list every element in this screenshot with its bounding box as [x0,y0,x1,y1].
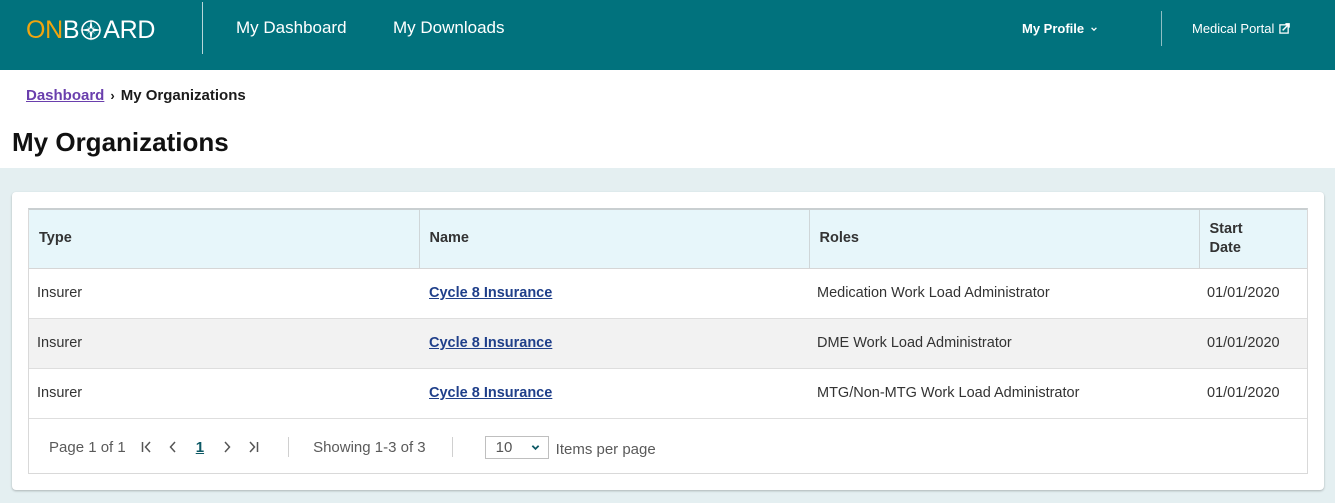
cell-name: Cycle 8 Insurance [419,368,809,419]
medical-portal-link[interactable]: Medical Portal [1192,21,1291,36]
items-per-page-select[interactable]: 10 [484,435,549,459]
table-row: Insurer Cycle 8 Insurance DME Work Load … [29,318,1307,369]
table-header-row: Type Name Roles Start Date [29,210,1307,269]
previous-page-button[interactable] [160,440,186,454]
cell-name: Cycle 8 Insurance [419,268,809,319]
showing-count: Showing 1-3 of 3 [313,438,426,456]
first-page-button[interactable] [134,440,160,454]
next-page-button[interactable] [214,440,240,454]
breadcrumb: Dashboard › My Organizations [26,87,246,104]
organizations-table: Type Name Roles Start Date Insurer Cycle… [29,210,1307,419]
cell-start-date: 01/01/2020 [1199,318,1307,369]
breadcrumb-dashboard-link[interactable]: Dashboard [26,87,104,104]
cell-type: Insurer [29,268,419,319]
pagination-bar: Page 1 of 1 1 Showing 1-3 of 3 10 Items … [29,420,1307,474]
onboard-logo[interactable]: ON B ARD [26,16,155,44]
compass-star-icon [80,19,103,41]
nav-my-downloads[interactable]: My Downloads [393,18,505,38]
column-header-type[interactable]: Type [29,210,420,269]
my-profile-menu[interactable]: My Profile [1022,21,1098,36]
chevron-down-icon [531,444,539,450]
cell-roles: MTG/Non-MTG Work Load Administrator [809,368,1199,419]
page-number-1[interactable]: 1 [196,439,204,456]
organization-link[interactable]: Cycle 8 Insurance [429,385,552,401]
chevron-left-icon [169,441,176,453]
external-link-icon [1279,23,1291,34]
my-profile-label: My Profile [1022,21,1085,36]
cell-roles: DME Work Load Administrator [809,318,1199,369]
breadcrumb-separator: › [110,88,115,103]
nav-my-dashboard[interactable]: My Dashboard [236,18,347,38]
pager-divider [288,437,290,457]
items-per-page-value: 10 [495,438,513,456]
cell-roles: Medication Work Load Administrator [809,268,1199,319]
organizations-table-container: Type Name Roles Start Date Insurer Cycle… [28,208,1308,474]
first-page-icon [141,441,151,453]
cell-type: Insurer [29,368,419,419]
organization-link[interactable]: Cycle 8 Insurance [429,285,552,301]
page-indicator: Page 1 of 1 [49,438,126,456]
last-page-icon [249,441,259,453]
header-divider-right [1161,11,1162,46]
cell-start-date: 01/01/2020 [1199,368,1307,419]
column-header-start-date[interactable]: Start Date [1199,210,1307,269]
table-row: Insurer Cycle 8 Insurance MTG/Non-MTG Wo… [29,368,1307,419]
page-title: My Organizations [12,127,229,157]
column-header-name[interactable]: Name [419,210,810,269]
cell-name: Cycle 8 Insurance [419,318,809,369]
organizations-card: Type Name Roles Start Date Insurer Cycle… [12,192,1324,490]
chevron-right-icon [224,441,231,453]
organization-link[interactable]: Cycle 8 Insurance [429,335,552,351]
medical-portal-label: Medical Portal [1192,21,1275,36]
cell-start-date: 01/01/2020 [1199,268,1307,319]
header-divider [202,2,203,54]
page-header: Dashboard › My Organizations My Organiza… [0,70,1335,168]
breadcrumb-current: My Organizations [120,87,246,104]
top-navigation-bar: ON B ARD My Dashboard My Downloads My Pr… [0,0,1335,70]
chevron-down-icon [1091,26,1097,31]
cell-type: Insurer [29,318,419,369]
pager-divider [451,437,453,457]
last-page-button[interactable] [240,440,266,454]
table-row: Insurer Cycle 8 Insurance Medication Wor… [29,268,1307,319]
start-date-header-text: Start Date [1209,220,1243,256]
column-header-roles[interactable]: Roles [809,210,1200,269]
items-per-page-label: Items per page [555,441,656,458]
